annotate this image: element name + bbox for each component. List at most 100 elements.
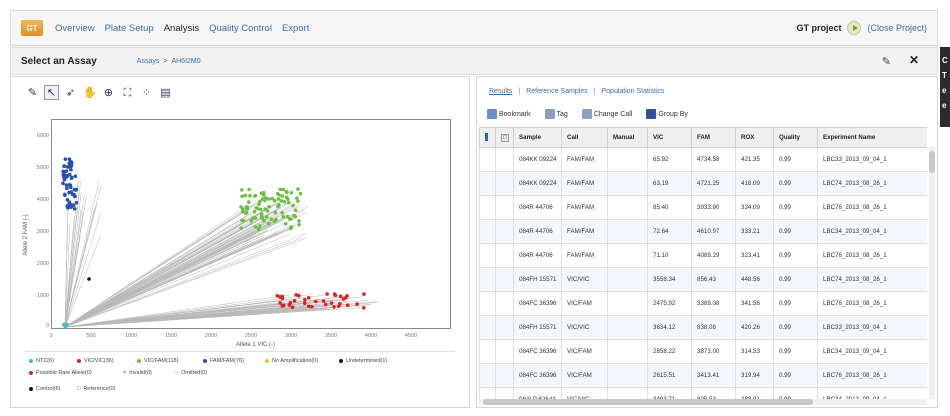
column-header[interactable]: VIC [647, 127, 692, 148]
table-row[interactable]: 084KK 09224 FAM/FAM 65.92 4734.58 421.35 0.99… [479, 147, 927, 172]
legend-item[interactable]: No Amplification(0) [265, 358, 318, 364]
legend-label: VIC/FAM(118) [144, 358, 179, 364]
flag-column-header[interactable]: □ [495, 127, 514, 148]
flag-cell[interactable] [495, 267, 514, 292]
vic-fam-point [253, 216, 258, 220]
horizontal-scrollbar[interactable] [479, 399, 927, 405]
flag-cell[interactable] [495, 219, 514, 244]
vic-fam-point [289, 190, 294, 195]
bookmark-cell[interactable] [479, 219, 496, 244]
bookmark-cell[interactable] [479, 243, 496, 268]
flag-cell[interactable] [495, 243, 514, 268]
pointer-icon[interactable]: ↖ [44, 85, 59, 100]
flag-cell[interactable] [495, 195, 514, 220]
table-row[interactable]: 084R 44706 FAM/FAM 71.10 4089.29 323.41 0.99 L… [479, 243, 927, 268]
table-row[interactable]: 084KK 09224 FAM/FAM 63.19 4721.25 418.09 0.99… [479, 171, 927, 196]
export-icon[interactable]: ▤ [158, 85, 173, 100]
bookmark-column-header[interactable] [479, 127, 496, 148]
legend-item[interactable]: Possible Rare Allele(0) [29, 370, 92, 376]
table-row[interactable]: 084FC 36396 VIC/FAM 2858.22 3873.00 314.53 0.… [479, 339, 927, 364]
legend-item[interactable]: Control(6) [29, 386, 60, 392]
table-row[interactable]: 084R 44706 FAM/FAM 72.64 4610.97 333.21 0.99 L… [479, 219, 927, 244]
x-tick: 4500 [404, 333, 418, 339]
close-project-link[interactable]: (Close Project) [867, 23, 927, 33]
table-row[interactable]: 084FH 15571 VIC/VIC 3634.12 838.08 420.26 0.9… [479, 315, 927, 340]
tab-reference-samples[interactable]: Reference Samples [526, 88, 587, 95]
tab-population-statistics[interactable]: Population Statistics [601, 88, 664, 95]
fit-icon[interactable]: ⛶ [120, 85, 135, 100]
bookmark-cell[interactable] [479, 147, 496, 172]
bookmark-button[interactable]: Bookmark [487, 109, 531, 119]
breadcrumb-assays[interactable]: Assays [137, 58, 160, 65]
scroll-thumb[interactable] [483, 399, 813, 405]
nav-quality-control[interactable]: Quality Control [209, 23, 272, 34]
cluster-icon[interactable]: ⁘ [139, 85, 154, 100]
zoom-icon[interactable]: ⊕ [101, 85, 116, 100]
legend-item[interactable]: VIC/FAM(118) [137, 358, 178, 364]
legend-item[interactable]: × Invalid(0) [123, 370, 152, 376]
change-call-button[interactable]: Change Call [581, 109, 632, 119]
hand-icon[interactable]: ✋ [82, 85, 97, 100]
flag-cell[interactable] [495, 171, 514, 196]
close-icon[interactable]: ✕ [909, 53, 919, 67]
column-header[interactable]: Quality [773, 127, 818, 148]
bookmark-cell[interactable] [479, 315, 496, 340]
nav-analysis[interactable]: Analysis [164, 23, 199, 34]
column-header[interactable]: FAM [691, 127, 736, 148]
legend-item[interactable]: VIC/VIC(36) [77, 358, 114, 364]
flag-cell[interactable] [495, 363, 514, 388]
table-row[interactable]: 084FC 36396 VIC/FAM 2615.51 3413.41 319.94 0.… [479, 363, 927, 388]
bookmark-cell[interactable] [479, 363, 496, 388]
plot-toolbar: ✎ ↖ ➶ ✋ ⊕ ⛶ ⁘ ▤ [25, 85, 173, 100]
flag-cell[interactable] [495, 147, 514, 172]
column-header[interactable]: ROX [735, 127, 774, 148]
edit-icon[interactable]: ✎ [882, 55, 891, 68]
flag-cell[interactable] [495, 339, 514, 364]
manual-cell [607, 219, 648, 244]
nav-export[interactable]: Export [282, 23, 309, 34]
flag-cell[interactable] [495, 387, 514, 399]
bookmark-cell[interactable] [479, 195, 496, 220]
flag-cell[interactable] [495, 315, 514, 340]
vic-fam-point [264, 215, 269, 219]
legend-item[interactable]: – Omitted(0) [175, 370, 207, 376]
tag-button[interactable]: Tag [544, 109, 568, 119]
bookmark-label: Bookmark [499, 110, 531, 118]
rox-cell: 323.41 [735, 243, 774, 268]
lasso-icon[interactable]: ➶ [63, 85, 78, 100]
table-row[interactable]: 084LP 62643VIC/VIC 3493.71805.53283.910.9… [479, 387, 927, 399]
legend-item[interactable]: FAM/FAM(76) [203, 358, 244, 364]
nav-plate-setup[interactable]: Plate Setup [105, 23, 154, 34]
vertical-scrollbar[interactable] [929, 147, 935, 399]
legend-item[interactable]: NTC(6) [29, 358, 54, 364]
fam-cell: 838.08 [691, 315, 736, 340]
legend-item[interactable]: Undetermined(1) [339, 358, 387, 364]
column-header[interactable]: Experiment Name [817, 127, 927, 148]
column-header[interactable]: Sample [513, 127, 562, 148]
pencil-icon[interactable]: ✎ [25, 85, 40, 100]
table-row[interactable]: 084R 44706 FAM/FAM 85.40 3933.90 334.09 0.99 L… [479, 195, 927, 220]
legend-swatch [265, 359, 269, 363]
bookmark-cell[interactable] [479, 171, 496, 196]
scroll-thumb[interactable] [929, 151, 935, 173]
tab-results[interactable]: Results [489, 88, 512, 95]
play-icon[interactable] [847, 21, 862, 35]
table-row[interactable]: 084FH 15571 VIC/VIC 3558.34 856.43 448.56 0.9… [479, 267, 927, 292]
bookmark-cell[interactable] [479, 267, 496, 292]
x-tick: 3000 [284, 333, 298, 339]
column-header[interactable]: Manual [607, 127, 648, 148]
experiment-cell: LBC33_2013_09_04_1 [817, 315, 927, 340]
quality-cell: 0.99 [773, 147, 818, 172]
group-by-button[interactable]: Group By [646, 109, 688, 119]
bookmark-cell[interactable] [479, 291, 496, 316]
flag-cell[interactable] [495, 291, 514, 316]
x-tick: 3500 [324, 333, 338, 339]
bookmark-cell[interactable] [479, 339, 496, 364]
fam-cell: 4089.29 [691, 243, 736, 268]
legend-item[interactable]: □ Reference(0) [77, 386, 115, 392]
side-strip-text: e [942, 86, 947, 95]
bookmark-cell[interactable] [479, 387, 496, 399]
nav-overview[interactable]: Overview [55, 23, 95, 34]
column-header[interactable]: Call [561, 127, 608, 148]
table-row[interactable]: 084FC 36396 VIC/FAM 2475.92 3389.08 341.56 0.… [479, 291, 927, 316]
